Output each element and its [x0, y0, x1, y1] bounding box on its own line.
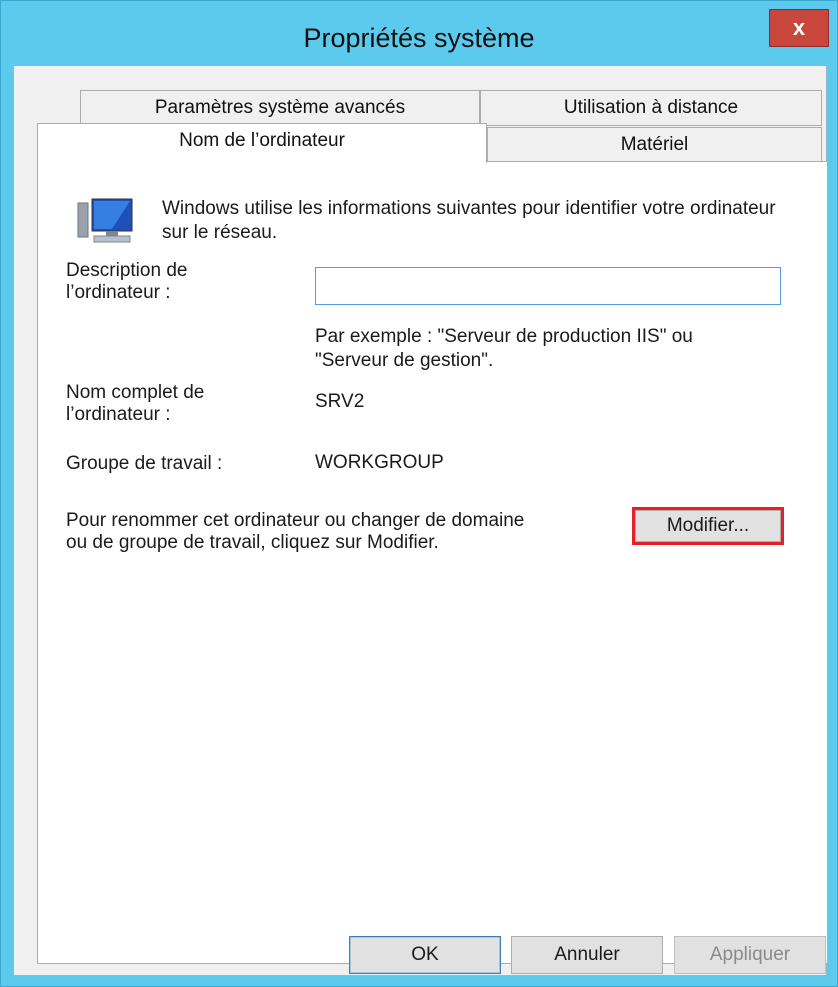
- window-title: Propriétés système: [303, 23, 535, 53]
- computer-description-input[interactable]: [315, 267, 781, 305]
- tab-remote-use[interactable]: Utilisation à distance: [480, 90, 822, 126]
- full-name-label-line2: l’ordinateur :: [66, 404, 171, 425]
- workgroup-label: Groupe de travail :: [66, 453, 223, 474]
- computer-name-panel: Windows utilise les informations suivant…: [37, 161, 828, 964]
- tab-label: Paramètres système avancés: [154, 97, 406, 118]
- rename-text-line1: Pour renommer cet ordinateur ou changer …: [66, 510, 525, 531]
- full-name-value: SRV2: [315, 391, 365, 412]
- tab-label: Matériel: [620, 134, 689, 155]
- full-name-label-line1: Nom complet de: [66, 382, 205, 403]
- cancel-button[interactable]: Annuler: [511, 936, 663, 974]
- description-label-line2: l’ordinateur :: [66, 282, 171, 303]
- dialog-client: Paramètres système avancés Utilisation à…: [13, 65, 828, 976]
- description-hint: Par exemple : "Serveur de production IIS…: [315, 325, 693, 373]
- rename-instructions: Pour renommer cet ordinateur ou changer …: [66, 510, 524, 554]
- description-hint-line1: Par exemple : "Serveur de production IIS…: [315, 326, 693, 347]
- computer-icon: [76, 195, 136, 245]
- close-button[interactable]: x: [769, 9, 829, 47]
- tab-label: Utilisation à distance: [563, 97, 739, 118]
- ok-button[interactable]: OK: [349, 936, 501, 974]
- modify-button[interactable]: Modifier...: [632, 507, 784, 545]
- intro-text: Windows utilise les informations suivant…: [162, 198, 776, 243]
- tab-advanced-system-settings[interactable]: Paramètres système avancés: [80, 90, 480, 126]
- workgroup-value: WORKGROUP: [315, 452, 444, 473]
- system-properties-window: Propriétés système x Paramètres système …: [0, 0, 838, 987]
- tab-computer-name[interactable]: Nom de l’ordinateur: [37, 123, 487, 163]
- rename-text-line2: ou de groupe de travail, cliquez sur Mod…: [66, 532, 439, 553]
- description-hint-line2: "Serveur de gestion".: [315, 350, 494, 371]
- description-label-line1: Description de: [66, 260, 188, 281]
- full-name-label: Nom complet de l’ordinateur :: [66, 382, 204, 426]
- description-label: Description de l’ordinateur :: [66, 260, 187, 304]
- tab-hardware[interactable]: Matériel: [487, 127, 822, 162]
- apply-button[interactable]: Appliquer: [674, 936, 826, 974]
- modify-button-label: Modifier...: [635, 510, 781, 542]
- tab-label: Nom de l’ordinateur: [179, 130, 345, 151]
